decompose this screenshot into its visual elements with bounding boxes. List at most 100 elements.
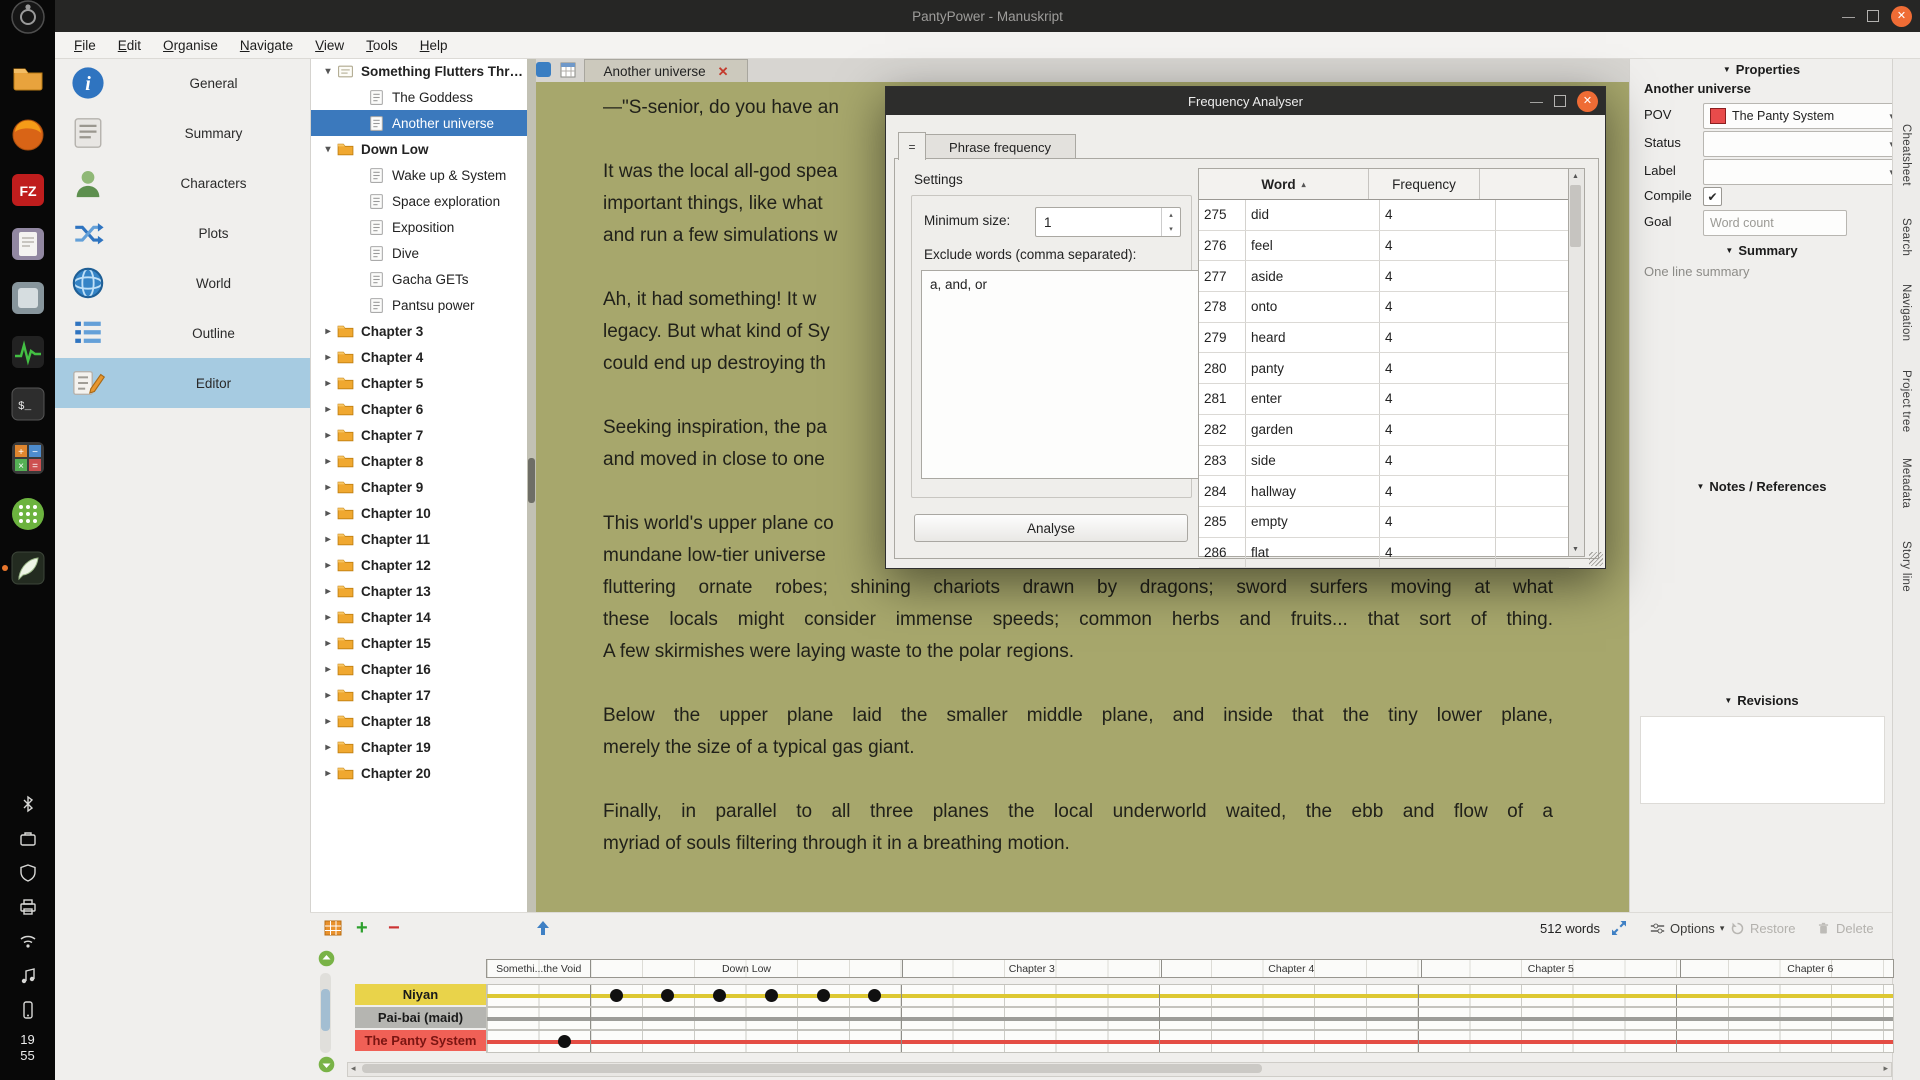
restore-button[interactable]: Restore <box>1730 913 1796 944</box>
tree-item-the-goddess[interactable]: The Goddess <box>311 84 528 110</box>
compile-checkbox[interactable]: ✔ <box>1703 187 1722 206</box>
expander-icon[interactable]: ▸ <box>319 404 337 415</box>
terminal-icon[interactable]: $_ <box>10 386 46 422</box>
frequency-row[interactable]: 284hallway4 <box>1199 476 1569 507</box>
menu-tools[interactable]: Tools <box>355 38 409 53</box>
expander-icon[interactable]: ▸ <box>319 664 337 675</box>
frequency-row[interactable]: 281enter4 <box>1199 384 1569 415</box>
menu-view[interactable]: View <box>304 38 355 53</box>
files-icon[interactable] <box>10 60 46 96</box>
timeline-track-label-pai-bai-maid[interactable]: Pai-bai (maid) <box>355 1007 486 1028</box>
tree-item-chapter-20[interactable]: ▸Chapter 20 <box>311 760 528 786</box>
tree-item-chapter-7[interactable]: ▸Chapter 7 <box>311 422 528 448</box>
sidebar-item-outline[interactable]: Outline <box>55 308 310 358</box>
expander-icon[interactable]: ▸ <box>319 534 337 545</box>
sidebar-item-world[interactable]: World <box>55 258 310 308</box>
tree-item-chapter-4[interactable]: ▸Chapter 4 <box>311 344 528 370</box>
tree-item-chapter-10[interactable]: ▸Chapter 10 <box>311 500 528 526</box>
revisions-section-header[interactable]: ▼Revisions <box>1630 691 1893 709</box>
dialog-titlebar[interactable]: Frequency Analyser <box>886 87 1605 115</box>
tree-item-chapter-9[interactable]: ▸Chapter 9 <box>311 474 528 500</box>
scroll-left-icon[interactable]: ◂ <box>351 1063 356 1074</box>
window-titlebar[interactable]: PantyPower - Manuskript — ✕ <box>55 0 1920 32</box>
status-select[interactable]: ▾ <box>1703 131 1901 157</box>
tab-close-icon[interactable]: ✕ <box>718 64 729 80</box>
expander-icon[interactable]: ▸ <box>319 378 337 389</box>
remove-icon[interactable]: − <box>388 913 400 944</box>
menu-help[interactable]: Help <box>409 38 459 53</box>
scroll-right-icon[interactable]: ▸ <box>1883 1063 1888 1074</box>
close-icon[interactable]: ✕ <box>1891 6 1912 27</box>
frequency-row[interactable]: 277aside4 <box>1199 261 1569 292</box>
scene-dot[interactable] <box>661 989 674 1002</box>
tree-item-wake-up-system[interactable]: Wake up & System <box>311 162 528 188</box>
frequency-row[interactable]: 275did4 <box>1199 200 1569 231</box>
expander-icon[interactable]: ▸ <box>319 586 337 597</box>
timeline-hscrollbar[interactable]: ◂ ▸ <box>347 1062 1892 1077</box>
expander-icon[interactable]: ▾ <box>319 66 337 77</box>
side-tab-navigation[interactable]: Navigation <box>1900 284 1912 341</box>
distro-logo-icon[interactable] <box>10 0 46 35</box>
minimum-size-spinner[interactable]: 1 ▴▾ <box>1035 207 1181 237</box>
tree-item-chapter-18[interactable]: ▸Chapter 18 <box>311 708 528 734</box>
frequency-column-header[interactable]: Frequency <box>1369 169 1480 199</box>
text-editor-icon[interactable] <box>10 226 46 262</box>
system-monitor-icon[interactable] <box>10 334 46 370</box>
scroll-up-icon[interactable]: ▲ <box>1569 169 1582 183</box>
side-tab-cheatsheet[interactable]: Cheatsheet <box>1900 124 1912 186</box>
scroll-top-icon[interactable] <box>534 919 552 937</box>
tree-item-chapter-6[interactable]: ▸Chapter 6 <box>311 396 528 422</box>
one-line-summary[interactable]: One line summary <box>1644 264 1749 279</box>
expander-icon[interactable]: ▸ <box>319 508 337 519</box>
timeline-track-label-the-panty-system[interactable]: The Panty System <box>355 1030 486 1051</box>
scroll-down-icon[interactable]: ▼ <box>1569 542 1582 556</box>
frequency-row[interactable]: 283side4 <box>1199 446 1569 477</box>
timeline-down-icon[interactable] <box>318 1056 335 1073</box>
timeline-up-icon[interactable] <box>318 950 335 967</box>
side-tab-story-line[interactable]: Story line <box>1900 541 1912 592</box>
resize-grip[interactable] <box>1589 552 1603 566</box>
expander-icon[interactable]: ▸ <box>319 560 337 571</box>
editor-scrollbar[interactable] <box>527 58 536 912</box>
side-tab-metadata[interactable]: Metadata <box>1900 458 1912 508</box>
expander-icon[interactable]: ▸ <box>319 430 337 441</box>
expander-icon[interactable]: ▸ <box>319 638 337 649</box>
frequency-row[interactable]: 286flat4 <box>1199 538 1569 569</box>
menu-navigate[interactable]: Navigate <box>229 38 304 53</box>
options-button[interactable]: Options▾ <box>1650 913 1724 944</box>
view-text-icon[interactable] <box>536 62 551 77</box>
expander-icon[interactable]: ▸ <box>319 716 337 727</box>
spin-up-icon[interactable]: ▴ <box>1162 208 1180 222</box>
revisions-list[interactable] <box>1640 716 1885 804</box>
expander-icon[interactable]: ▸ <box>319 742 337 753</box>
summary-section-header[interactable]: ▼Summary <box>1630 241 1893 259</box>
tree-item-chapter-15[interactable]: ▸Chapter 15 <box>311 630 528 656</box>
expander-icon[interactable]: ▸ <box>319 690 337 701</box>
sidebar-item-characters[interactable]: Characters <box>55 158 310 208</box>
tree-item-dive[interactable]: Dive <box>311 240 528 266</box>
frequency-row[interactable]: 285empty4 <box>1199 507 1569 538</box>
timeline-grid-icon[interactable] <box>324 919 342 937</box>
word-column-header[interactable]: Word▴ <box>1199 169 1369 199</box>
table-scrollbar[interactable]: ▲ ▼ <box>1568 168 1585 557</box>
dialog-close-icon[interactable]: ✕ <box>1577 91 1598 112</box>
scene-dot[interactable] <box>765 989 778 1002</box>
goal-input[interactable] <box>1703 210 1847 236</box>
expander-icon[interactable]: ▸ <box>319 326 337 337</box>
browser-icon[interactable] <box>10 117 46 153</box>
menu-edit[interactable]: Edit <box>107 38 152 53</box>
notes-section-header[interactable]: ▼Notes / References <box>1630 477 1893 495</box>
scrollbar-handle[interactable] <box>528 458 535 503</box>
delete-button[interactable]: Delete <box>1816 913 1874 944</box>
calculator-icon[interactable]: +−×= <box>10 440 46 476</box>
scrollbar-handle[interactable] <box>321 989 330 1031</box>
expander-icon[interactable]: ▾ <box>319 144 337 155</box>
pov-select[interactable]: The Panty System ▾ <box>1703 103 1901 129</box>
expander-icon[interactable]: ▸ <box>319 352 337 363</box>
sidebar-item-general[interactable]: iGeneral <box>55 58 310 108</box>
minimize-icon[interactable]: — <box>1842 10 1855 23</box>
expander-icon[interactable]: ▸ <box>319 482 337 493</box>
scrollbar-handle[interactable] <box>1570 185 1581 247</box>
menu-organise[interactable]: Organise <box>152 38 229 53</box>
timeline-vscrollbar[interactable] <box>320 973 331 1053</box>
